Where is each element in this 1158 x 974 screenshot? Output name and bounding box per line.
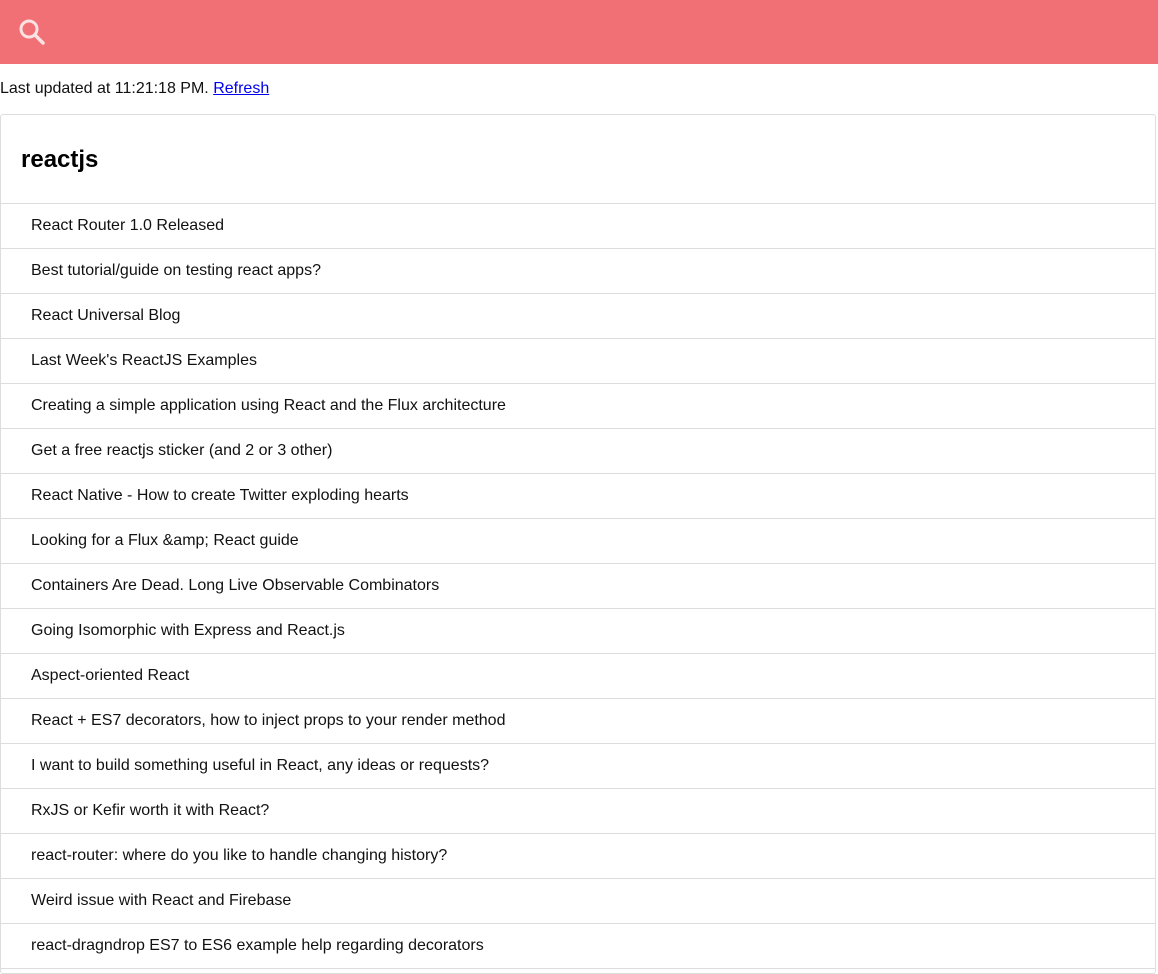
post-item[interactable]: Creating a simple application using Reac… [1, 384, 1155, 429]
subreddit-title: reactjs [21, 146, 99, 173]
post-item[interactable]: react-dragndrop ES7 to ES6 example help … [1, 924, 1155, 969]
refresh-link[interactable]: Refresh [213, 80, 269, 97]
subreddit-card: reactjs React Router 1.0 Released Best t… [0, 114, 1156, 974]
post-item[interactable]: Last Week's ReactJS Examples [1, 339, 1155, 384]
post-list: React Router 1.0 Released Best tutorial/… [1, 204, 1155, 969]
post-item[interactable]: Get a free reactjs sticker (and 2 or 3 o… [1, 429, 1155, 474]
post-item[interactable]: Best tutorial/guide on testing react app… [1, 249, 1155, 294]
last-updated-status: Last updated at 11:21:18 PM. Refresh [0, 78, 269, 100]
top-app-bar [0, 0, 1158, 64]
search-button[interactable] [16, 16, 48, 48]
post-item[interactable]: React Universal Blog [1, 294, 1155, 339]
post-item[interactable]: Looking for a Flux &amp; React guide [1, 519, 1155, 564]
post-item[interactable]: React Native - How to create Twitter exp… [1, 474, 1155, 519]
post-item[interactable]: Containers Are Dead. Long Live Observabl… [1, 564, 1155, 609]
last-updated-text: Last updated at 11:21:18 PM. [0, 80, 214, 97]
post-item[interactable]: react-router: where do you like to handl… [1, 834, 1155, 879]
card-header: reactjs [1, 115, 1155, 204]
search-icon [19, 19, 45, 45]
post-item[interactable]: Aspect-oriented React [1, 654, 1155, 699]
post-item[interactable]: RxJS or Kefir worth it with React? [1, 789, 1155, 834]
post-item[interactable]: Going Isomorphic with Express and React.… [1, 609, 1155, 654]
post-item[interactable]: I want to build something useful in Reac… [1, 744, 1155, 789]
post-item[interactable]: React + ES7 decorators, how to inject pr… [1, 699, 1155, 744]
post-item[interactable]: React Router 1.0 Released [1, 204, 1155, 249]
post-item[interactable]: Weird issue with React and Firebase [1, 879, 1155, 924]
